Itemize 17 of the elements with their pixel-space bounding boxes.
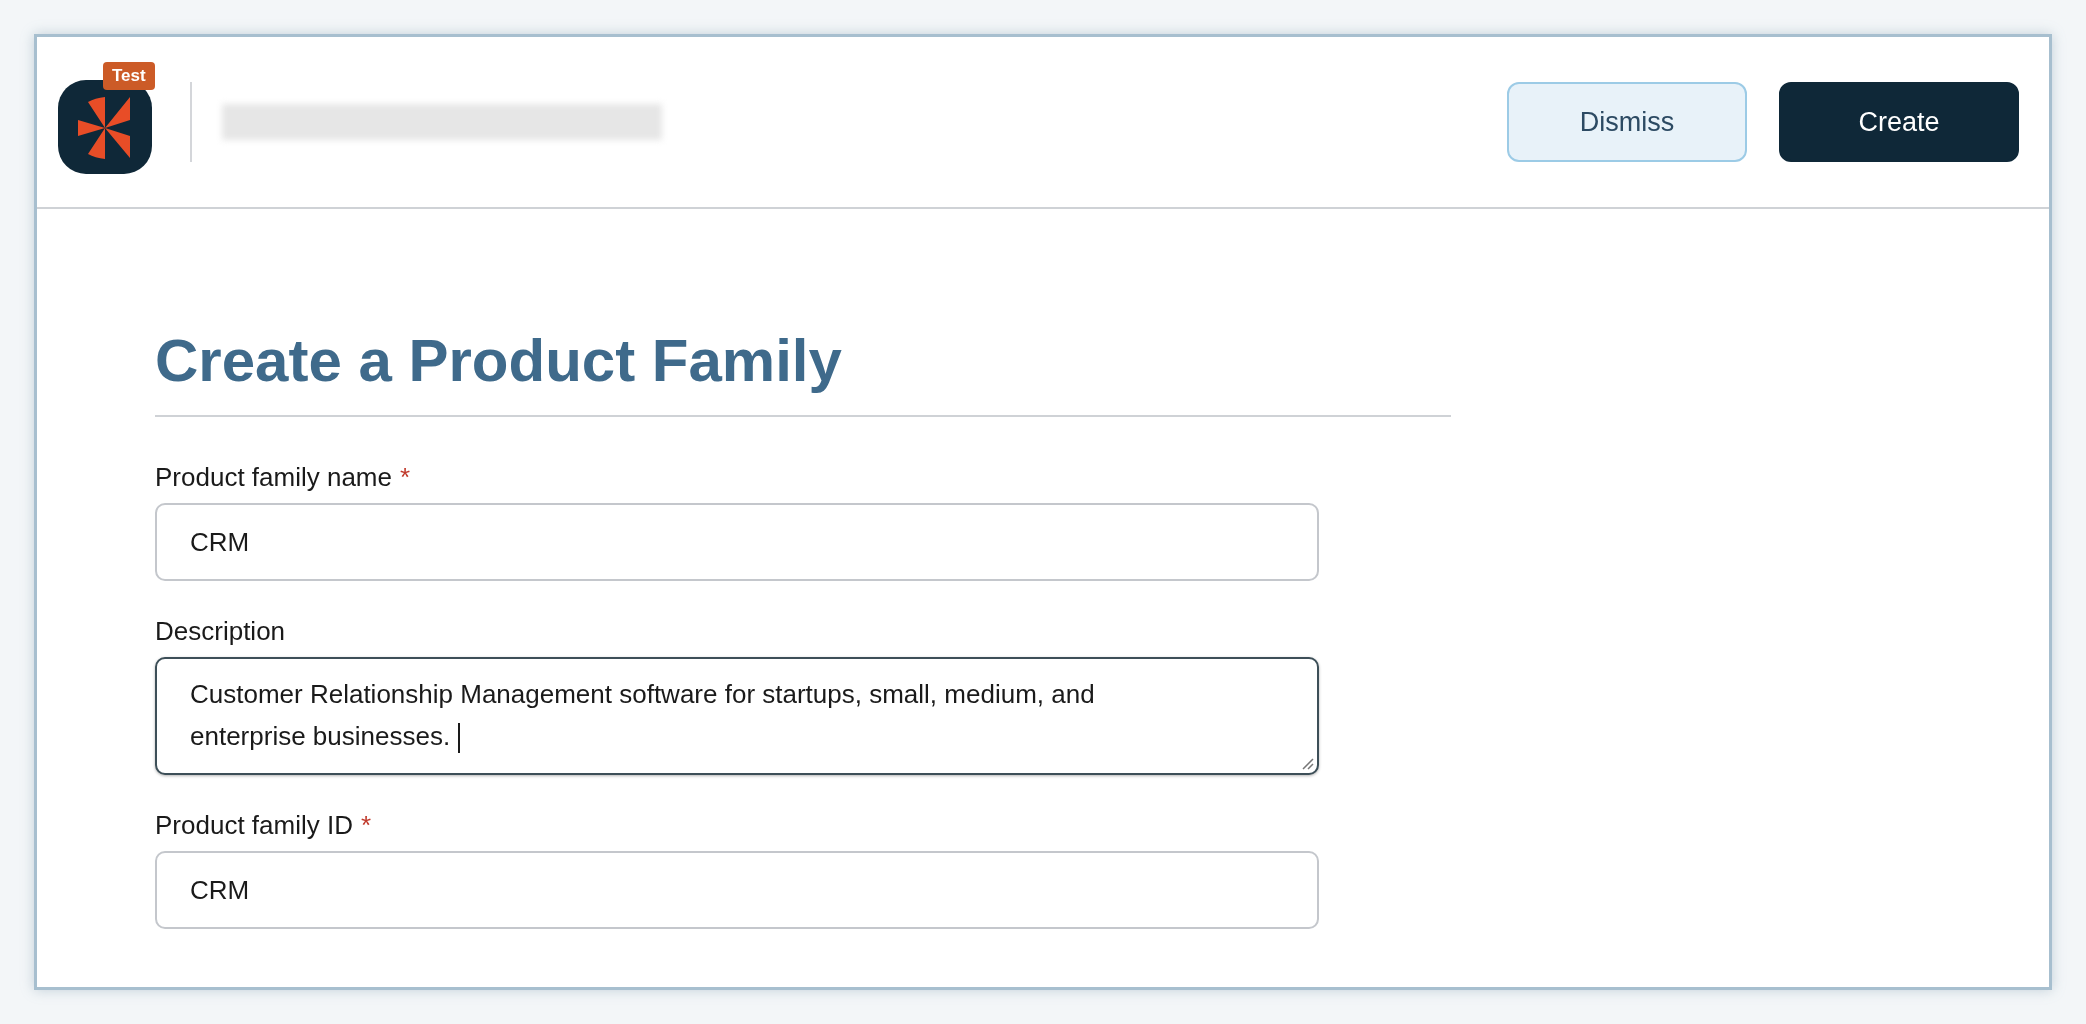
- required-asterisk: *: [400, 460, 411, 494]
- field-label: Product family ID: [155, 808, 353, 842]
- resize-handle-icon: [1300, 756, 1314, 770]
- page-title: Create a Product Family: [155, 326, 843, 396]
- create-button[interactable]: Create: [1779, 82, 2019, 162]
- text-field[interactable]: CRM: [155, 503, 1319, 581]
- field-label: Product family name: [155, 460, 392, 494]
- logo-icon: [58, 80, 152, 174]
- required-asterisk: *: [360, 808, 372, 842]
- text-field[interactable]: CRM: [155, 851, 1319, 929]
- test-badge: Test: [103, 62, 155, 90]
- field-value: CRM: [190, 525, 250, 559]
- dismiss-button[interactable]: Dismiss: [1507, 82, 1747, 162]
- field-label: Description: [155, 614, 286, 648]
- description-field[interactable]: Customer Relationship Management software for startups, small, medium, and enterprise businesses.: [155, 657, 1319, 775]
- field-value: Customer Relationship Management software for startups, small, medium, and enterprise businesses.: [190, 673, 1197, 757]
- field-value: CRM: [190, 873, 250, 907]
